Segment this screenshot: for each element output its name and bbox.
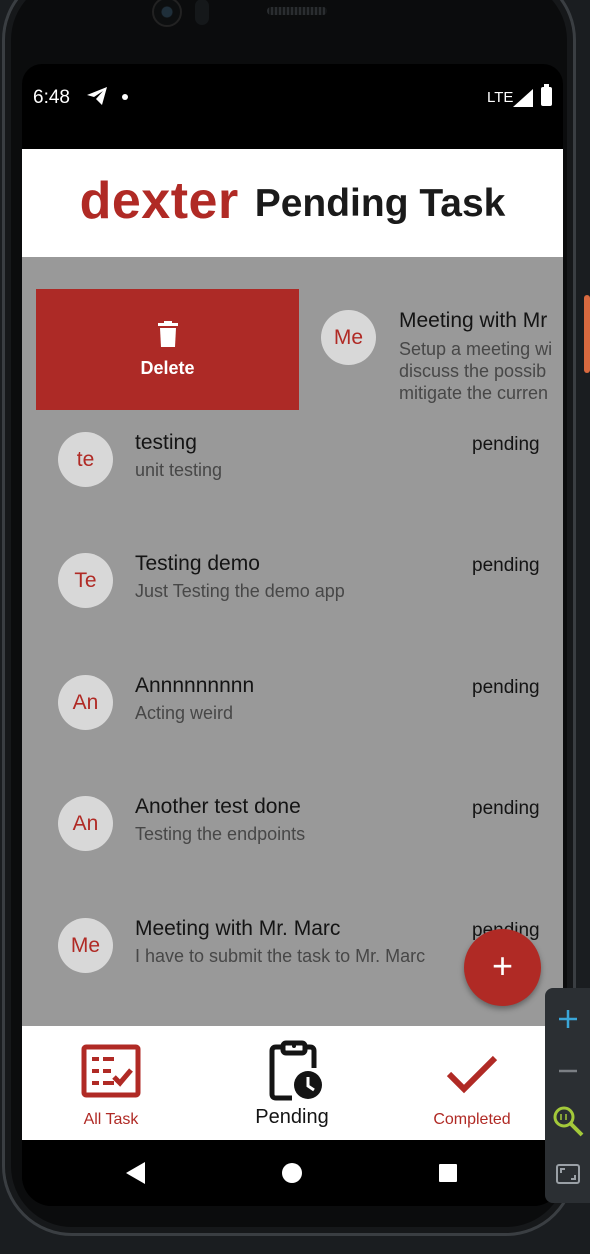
task-status: pending xyxy=(472,677,540,698)
task-description: I have to submit the task to Mr. Marc xyxy=(135,946,426,966)
avatar: Te xyxy=(58,553,113,608)
checkmark-icon xyxy=(445,1054,499,1099)
add-task-button[interactable]: + xyxy=(464,929,541,1006)
earpiece-speaker xyxy=(267,7,327,15)
system-navigation-bar xyxy=(22,1140,563,1206)
task-title: testing xyxy=(135,431,197,454)
task-title: Meeting with Mr. Marc xyxy=(135,917,341,940)
task-list[interactable]: Delete Me Meeting with Mr Setup a meetin… xyxy=(22,257,563,1027)
status-time: 6:48 xyxy=(33,87,70,108)
zoom-in-icon[interactable] xyxy=(545,996,590,1041)
fit-screen-icon[interactable] xyxy=(545,1151,590,1196)
task-description: Acting weird xyxy=(135,703,234,723)
checklist-icon xyxy=(81,1044,141,1103)
trash-icon xyxy=(157,320,179,352)
task-title: Testing demo xyxy=(135,552,260,575)
nav-label: All Task xyxy=(83,1111,139,1128)
signal-icon xyxy=(512,88,534,114)
task-description: Testing the endpoints xyxy=(135,824,306,844)
task-description-line: discuss the possib xyxy=(399,361,547,381)
bottom-navigation: All Task Pending Completed xyxy=(22,1026,563,1140)
device-screen: 6:48 LTE dexter Pending Task Delete Me M… xyxy=(22,64,563,1206)
clipboard-clock-icon xyxy=(268,1040,324,1107)
task-description-line: mitigate the curren xyxy=(399,383,549,403)
task-title: Another test done xyxy=(135,795,301,818)
status-bar: 6:48 LTE xyxy=(22,64,563,149)
nav-pending[interactable]: Pending xyxy=(237,1026,347,1140)
power-button[interactable] xyxy=(584,295,590,373)
telegram-send-icon xyxy=(86,86,108,112)
nav-completed[interactable]: Completed xyxy=(422,1026,522,1140)
nav-all-task[interactable]: All Task xyxy=(61,1026,161,1140)
avatar: te xyxy=(58,432,113,487)
task-description: unit testing xyxy=(135,460,223,480)
notification-dot-icon xyxy=(122,94,128,100)
avatar: Me xyxy=(58,918,113,973)
nav-label: Completed xyxy=(433,1111,511,1128)
task-title: Meeting with Mr xyxy=(399,309,548,332)
app-bar: dexter Pending Task xyxy=(22,149,563,257)
nav-label: Pending xyxy=(255,1106,329,1128)
network-type: LTE xyxy=(487,89,514,106)
delete-swipe-action[interactable]: Delete xyxy=(36,289,299,410)
home-icon[interactable] xyxy=(282,1163,302,1183)
avatar: An xyxy=(58,796,113,851)
emulator-toolbar xyxy=(545,988,590,1203)
task-status: pending xyxy=(472,798,540,819)
back-icon[interactable] xyxy=(126,1162,145,1184)
front-camera xyxy=(152,0,182,27)
battery-icon xyxy=(541,84,552,106)
task-description-line: Setup a meeting wi xyxy=(399,339,553,359)
zoom-out-icon[interactable] xyxy=(545,1048,590,1093)
page-title: Pending Task xyxy=(254,182,506,225)
zoom-actual-size-icon[interactable] xyxy=(545,1098,590,1143)
task-description: Just Testing the demo app xyxy=(135,581,345,601)
delete-label: Delete xyxy=(140,357,195,378)
plus-icon: + xyxy=(491,945,514,986)
proximity-sensor xyxy=(195,0,209,25)
task-status: pending xyxy=(472,434,540,455)
recents-icon[interactable] xyxy=(439,1164,457,1182)
avatar: An xyxy=(58,675,113,730)
task-title: Annnnnnnnn xyxy=(135,674,255,697)
brand-logo: dexter xyxy=(79,172,239,230)
avatar: Me xyxy=(321,310,376,365)
task-status: pending xyxy=(472,555,540,576)
